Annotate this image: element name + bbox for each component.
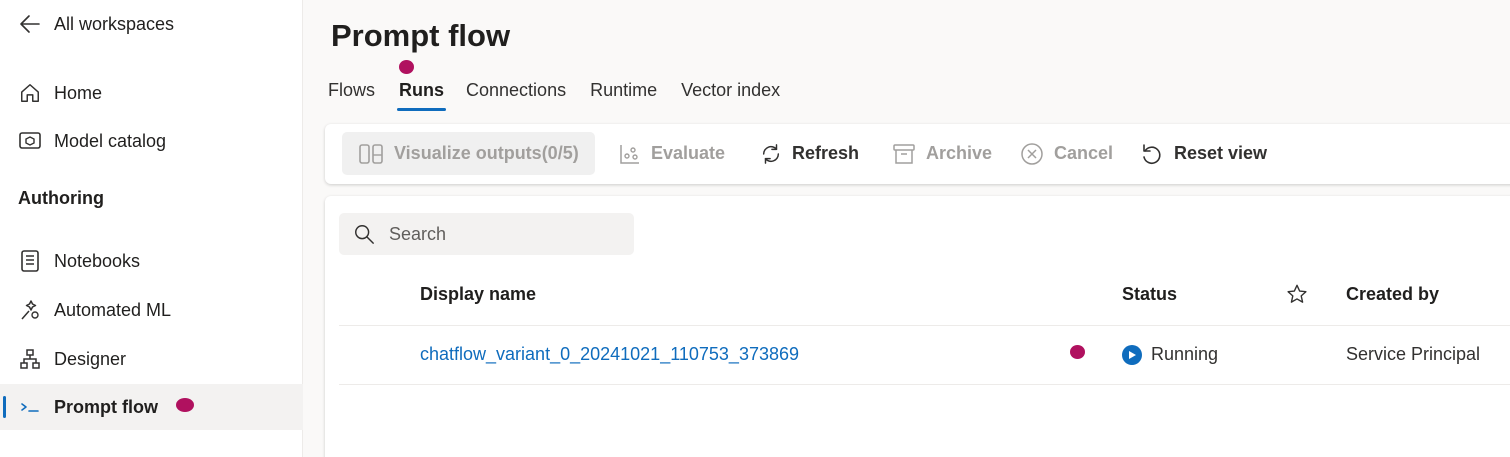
sidebar-item-label: Designer — [54, 348, 127, 369]
sidebar-item-label: Prompt flow — [54, 396, 158, 417]
search-box[interactable] — [339, 213, 634, 255]
play-icon — [1122, 344, 1142, 365]
tab-flows[interactable]: Flows — [328, 80, 375, 111]
tab-bar: Flows Runs Connections Runtime Vector in… — [328, 80, 804, 111]
visualize-outputs-button[interactable]: Visualize outputs(0/5) — [342, 132, 595, 175]
sidebar-item-automated-ml[interactable]: Automated ML — [0, 287, 303, 333]
refresh-button[interactable]: Refresh — [760, 132, 859, 175]
status-badge: Running — [1122, 344, 1218, 365]
table-row-display-name[interactable]: chatflow_variant_0_20241021_110753_37386… — [420, 344, 799, 365]
cancel-label: Cancel — [1054, 143, 1114, 163]
designer-icon — [18, 347, 42, 371]
evaluate-label: Evaluate — [651, 143, 726, 163]
sidebar-item-label: Home — [54, 82, 103, 103]
prompt-flow-icon — [18, 395, 42, 419]
archive-icon — [893, 143, 915, 164]
status-label: Running — [1151, 344, 1219, 364]
model-catalog-icon — [18, 129, 42, 153]
sidebar: All workspaces Home Model catalog Author… — [0, 0, 303, 457]
tab-connections[interactable]: Connections — [466, 80, 566, 111]
sidebar-item-home[interactable]: Home — [0, 70, 303, 116]
click-marker — [176, 398, 194, 412]
section-authoring: Authoring — [18, 188, 104, 208]
refresh-label: Refresh — [792, 143, 860, 163]
search-icon — [355, 225, 374, 244]
click-marker — [399, 60, 414, 74]
column-header-display-name[interactable]: Display name — [420, 284, 536, 305]
compare-columns-icon — [359, 143, 383, 164]
visualize-outputs-label: Visualize outputs(0/5) — [394, 143, 579, 163]
refresh-icon — [762, 143, 780, 164]
column-header-status[interactable]: Status — [1122, 284, 1177, 305]
tab-vector-index[interactable]: Vector index — [681, 80, 780, 111]
sidebar-item-prompt-flow[interactable]: Prompt flow — [0, 384, 303, 430]
column-header-created-by[interactable]: Created by — [1346, 284, 1439, 305]
reset-view-button[interactable]: Reset view — [1140, 132, 1267, 175]
header-divider — [339, 325, 1510, 326]
runs-table-panel: Display name Status Created by chatflow_… — [325, 196, 1510, 457]
search-input[interactable] — [389, 223, 619, 245]
runs-toolbar: Visualize outputs(0/5) Evaluate Refresh … — [325, 124, 1510, 184]
sidebar-item-label: Automated ML — [54, 299, 172, 320]
run-name-link[interactable]: chatflow_variant_0_20241021_110753_37386… — [420, 344, 799, 364]
cancel-button[interactable]: Cancel — [1020, 132, 1113, 175]
home-icon — [18, 81, 42, 105]
sidebar-item-notebooks[interactable]: Notebooks — [0, 238, 303, 284]
evaluate-button[interactable]: Evaluate — [619, 132, 725, 175]
tab-runtime[interactable]: Runtime — [590, 80, 657, 111]
reset-arrow-icon — [1143, 143, 1161, 164]
dismiss-circle-icon — [1021, 142, 1043, 165]
created-by-cell: Service Principal — [1346, 344, 1481, 364]
back-to-workspaces-link[interactable]: All workspaces — [18, 12, 174, 36]
arrow-left-icon — [20, 15, 40, 33]
tab-runs[interactable]: Runs — [397, 80, 447, 111]
row-divider — [339, 384, 1510, 385]
click-marker — [1070, 345, 1085, 359]
back-label: All workspaces — [54, 13, 175, 34]
automated-ml-icon — [18, 298, 42, 322]
sidebar-item-label: Model catalog — [54, 130, 167, 151]
evaluate-icon — [620, 144, 639, 164]
sidebar-item-model-catalog[interactable]: Model catalog — [0, 118, 303, 164]
favorite-star-icon[interactable] — [1286, 283, 1308, 310]
notebook-icon — [18, 249, 42, 273]
sidebar-item-label: Notebooks — [54, 250, 141, 271]
archive-label: Archive — [926, 143, 993, 163]
page-title: Prompt flow — [331, 18, 511, 53]
sidebar-item-designer[interactable]: Designer — [0, 336, 303, 382]
archive-button[interactable]: Archive — [892, 132, 992, 175]
reset-view-label: Reset view — [1174, 143, 1268, 163]
